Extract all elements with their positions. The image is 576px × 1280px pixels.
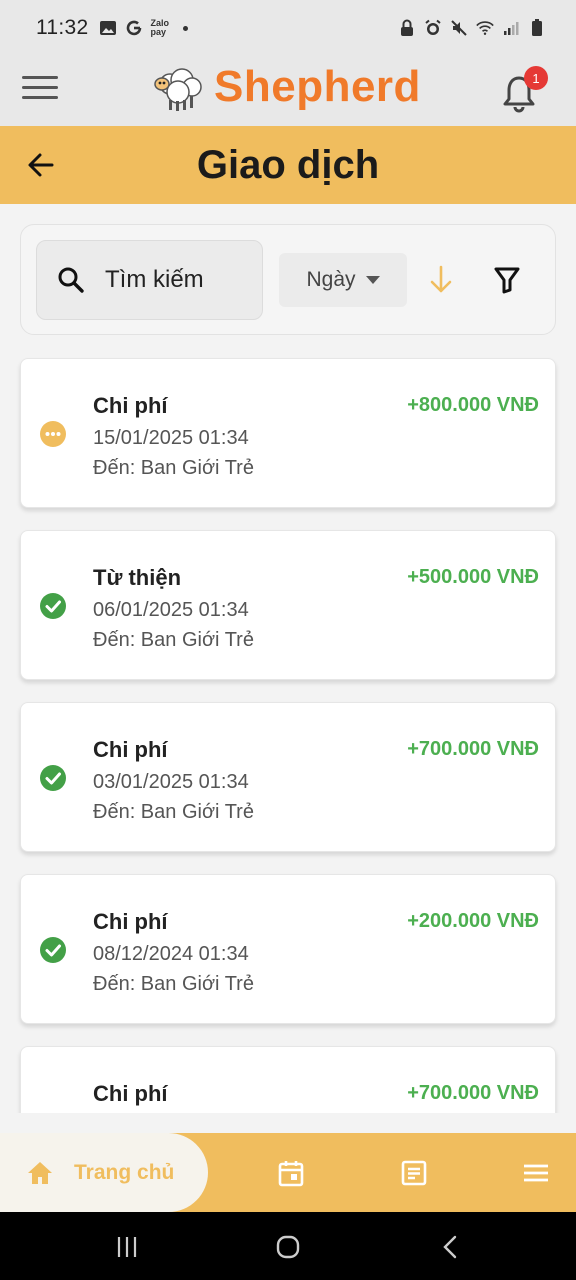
check-circle-icon <box>39 936 67 964</box>
transaction-date: 06/01/2025 01:34 <box>93 599 249 621</box>
status-bar: 11:32 Zalo pay <box>0 0 576 56</box>
system-navigation-bar <box>0 1212 576 1280</box>
hamburger-menu-button[interactable] <box>22 76 58 106</box>
notifications-button[interactable]: 1 <box>502 66 548 113</box>
search-input[interactable]: Tìm kiếm <box>36 240 263 320</box>
transaction-title: Chi phí <box>93 1081 168 1106</box>
calendar-icon <box>278 1161 304 1187</box>
alarm-icon <box>424 19 442 37</box>
circle-home-icon <box>276 1235 300 1259</box>
search-placeholder: Tìm kiếm <box>105 266 204 293</box>
transaction-recipient: Đến: Ban Giới Trẻ <box>93 457 254 479</box>
notes-icon <box>401 1160 427 1186</box>
chevron-left-icon <box>443 1235 457 1259</box>
check-circle-icon <box>39 592 67 620</box>
transaction-amount: +500.000 VNĐ <box>407 566 539 588</box>
recent-apps-button[interactable] <box>114 1234 140 1260</box>
google-icon <box>125 19 143 37</box>
transaction-title: Từ thiện <box>93 565 182 590</box>
menu-icon <box>524 1164 548 1182</box>
recent-apps-icon <box>117 1237 137 1257</box>
brand-name: Shepherd <box>214 62 421 111</box>
menu-bar <box>22 96 58 99</box>
zalopay-icon: Zalo pay <box>150 18 170 37</box>
transaction-recipient: Đến: Ban Giới Trẻ <box>93 801 254 823</box>
nav-notes-tab[interactable] <box>400 1159 428 1187</box>
mute-icon <box>450 19 468 37</box>
title-bar: Giao dịch <box>0 126 576 204</box>
menu-bar <box>22 76 58 79</box>
transaction-date: 15/01/2025 01:34 <box>93 427 249 449</box>
sheep-icon <box>154 68 202 111</box>
filter-button[interactable] <box>493 265 521 295</box>
transaction-recipient: Đến: Ban Giới Trẻ <box>93 629 254 651</box>
battery-icon <box>528 19 546 37</box>
sort-direction-button[interactable] <box>427 263 455 297</box>
home-system-button[interactable] <box>275 1234 301 1260</box>
search-icon <box>58 267 84 293</box>
wifi-icon <box>476 19 494 37</box>
sort-field-label: Ngày <box>306 268 356 291</box>
transaction-card[interactable]: Chi phí +700.000 VNĐ <box>20 1046 556 1113</box>
lock-icon <box>398 19 416 37</box>
status-right-icons <box>398 19 546 37</box>
transaction-recipient: Đến: Ban Giới Trẻ <box>93 973 254 995</box>
nav-home-tab[interactable]: Trang chủ <box>0 1133 208 1212</box>
transaction-title: Chi phí <box>93 393 168 418</box>
status-time: 11:32 <box>36 16 89 39</box>
filter-card: Tìm kiếm Ngày <box>20 224 556 335</box>
transaction-card[interactable]: Chi phí +700.000 VNĐ 03/01/2025 01:34 Đến: … <box>20 702 556 852</box>
transaction-list[interactable]: Chi phí +800.000 VNĐ 15/01/2025 01:34 Đến: … <box>0 345 576 1113</box>
transaction-date: 03/01/2025 01:34 <box>93 771 249 793</box>
nav-home-label: Trang chủ <box>74 1160 175 1184</box>
signal-icon <box>502 19 520 37</box>
arrow-left-icon <box>28 153 54 177</box>
transaction-date: 08/12/2024 01:34 <box>93 943 249 965</box>
transaction-amount: +700.000 VNĐ <box>407 738 539 760</box>
caret-down-icon <box>365 276 380 284</box>
transaction-amount: +200.000 VNĐ <box>407 910 539 932</box>
brand-logo: Shepherd <box>152 62 421 112</box>
home-icon <box>28 1161 52 1184</box>
check-circle-icon <box>39 764 67 792</box>
transaction-title: Chi phí <box>93 909 168 934</box>
status-left-icons: Zalo pay <box>99 19 188 37</box>
notification-badge: 1 <box>524 66 548 90</box>
sort-field-dropdown[interactable]: Ngày <box>279 253 407 307</box>
dot-icon <box>182 25 188 31</box>
filter-icon <box>494 267 520 294</box>
arrow-down-icon <box>430 265 452 293</box>
transaction-title: Chi phí <box>93 737 168 762</box>
image-icon <box>99 19 117 37</box>
nav-calendar-tab[interactable] <box>277 1159 305 1187</box>
transaction-card[interactable]: Chi phí +800.000 VNĐ 15/01/2025 01:34 Đến: … <box>20 358 556 508</box>
transaction-amount: +800.000 VNĐ <box>407 394 539 416</box>
back-system-button[interactable] <box>438 1234 464 1260</box>
transaction-card[interactable]: Từ thiện +500.000 VNĐ 06/01/2025 01:34 Đến:… <box>20 530 556 680</box>
back-button[interactable] <box>24 148 58 182</box>
nav-menu-tab[interactable] <box>522 1159 550 1187</box>
bottom-navigation: Trang chủ <box>0 1133 576 1212</box>
transaction-card[interactable]: Chi phí +200.000 VNĐ 08/12/2024 01:34 Đến: … <box>20 874 556 1024</box>
transaction-amount: +700.000 VNĐ <box>407 1082 539 1104</box>
app-header: Shepherd 1 <box>0 56 576 126</box>
page-title: Giao dịch <box>196 142 380 187</box>
pending-status-icon <box>39 420 67 448</box>
menu-bar <box>22 86 58 89</box>
